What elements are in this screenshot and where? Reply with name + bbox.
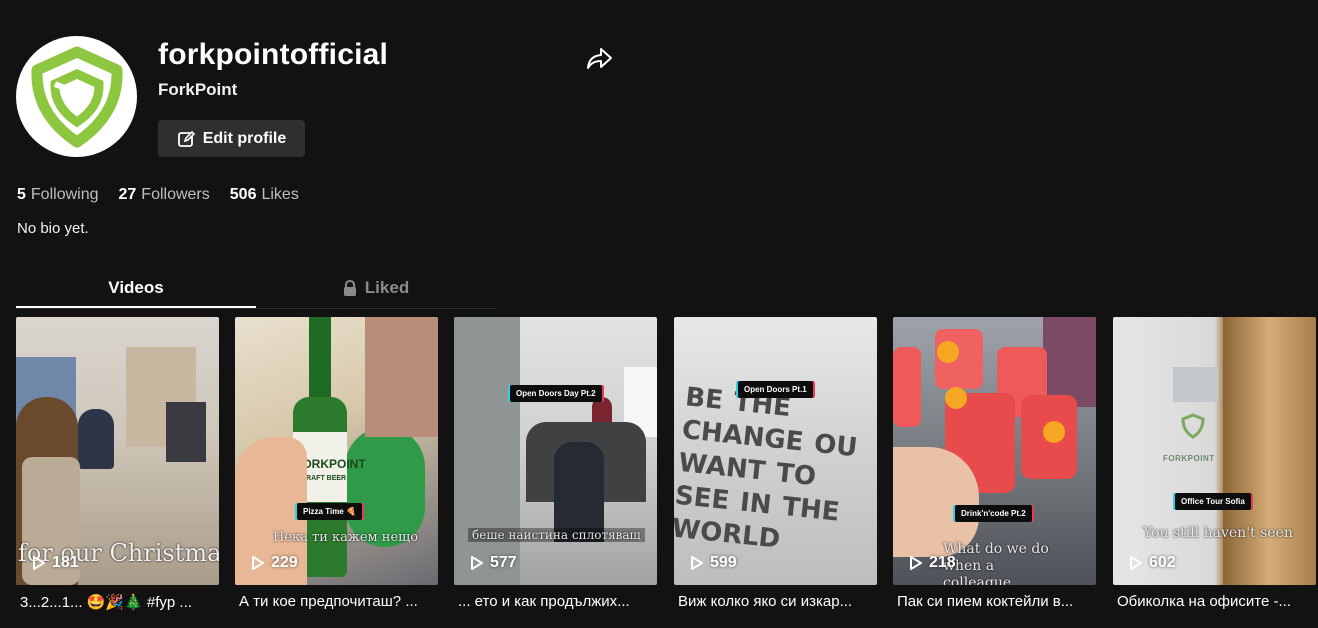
video-tag: Drink'n'code Pt.2 <box>955 505 1032 522</box>
video-overlay-text: BE THE CHANGE OU WANT TO SEE IN THE WORL… <box>674 382 859 555</box>
play-icon <box>252 556 264 570</box>
tab-videos-label: Videos <box>108 278 164 297</box>
following-count: 5 <box>17 186 26 203</box>
view-count: 181 <box>32 554 79 572</box>
video-overlay-text: You still haven't seen <box>1143 525 1293 541</box>
view-count-value: 599 <box>710 554 737 571</box>
video-tag: Open Doors Day Pt.2 <box>510 385 602 402</box>
video-caption[interactable]: 3...2...1... 🤩🎉🎄 #fyp ... <box>20 593 220 611</box>
likes-label: Likes <box>261 186 299 203</box>
share-icon[interactable] <box>585 46 613 72</box>
view-count-value: 181 <box>52 554 79 571</box>
view-count: 599 <box>690 554 737 572</box>
video-thumbnail[interactable]: Open Doors Day Pt.2 беше наистина сплотя… <box>454 317 657 585</box>
wall-logo-icon: FORKPOINT <box>1163 409 1223 469</box>
video-card[interactable]: for our Christmas 181 3...2...1... 🤩🎉🎄 #… <box>16 317 219 611</box>
tab-liked-label: Liked <box>364 278 410 297</box>
edit-icon <box>177 130 195 147</box>
play-icon <box>471 556 483 570</box>
edit-profile-button[interactable]: Edit profile <box>158 120 305 157</box>
video-card[interactable]: BE THE CHANGE OU WANT TO SEE IN THE WORL… <box>674 317 877 610</box>
video-tag: Open Doors Pt.1 <box>738 381 813 398</box>
video-tag: Pizza Time 🍕 <box>297 503 362 520</box>
video-caption[interactable]: Виж колко яко си изкар... <box>678 593 878 610</box>
following-label: Following <box>30 186 99 203</box>
display-name: ForkPoint <box>158 80 238 99</box>
view-count-value: 602 <box>1149 554 1176 571</box>
video-caption[interactable]: Обиколка на офисите -... <box>1117 593 1317 610</box>
play-icon <box>1130 556 1142 570</box>
view-count-value: 218 <box>929 554 956 571</box>
view-count-value: 229 <box>271 554 298 571</box>
username: forkpointofficial <box>158 38 389 71</box>
view-count-value: 577 <box>490 554 517 571</box>
likes-count: 506 <box>229 186 257 203</box>
view-count: 602 <box>1129 554 1176 572</box>
stat-following[interactable]: 5 Following <box>17 186 99 204</box>
bottle-label-sub: CRAFT BEER <box>301 475 347 482</box>
video-card[interactable]: FORKPOINT CRAFT BEER Pizza Time 🍕 Нека т… <box>235 317 438 610</box>
lock-icon <box>343 280 356 296</box>
video-caption[interactable]: А ти кое предпочиташ? ... <box>239 593 439 610</box>
video-card[interactable]: FORKPOINT Office Tour Sofia You still ha… <box>1113 317 1316 610</box>
video-overlay-text: беше наистина сплотяващ <box>468 528 645 542</box>
tab-liked[interactable]: Liked <box>256 270 496 306</box>
bio: No bio yet. <box>17 220 89 237</box>
forkpoint-logo-icon <box>30 46 123 147</box>
stat-likes: 506 Likes <box>230 186 299 204</box>
edit-profile-label: Edit profile <box>202 129 287 147</box>
video-tag: Office Tour Sofia <box>1175 493 1251 510</box>
video-overlay-text: What do we do when a colleague <box>943 541 1049 585</box>
video-card[interactable]: Open Doors Day Pt.2 беше наистина сплотя… <box>454 317 657 610</box>
profile-stats: 5 Following 27 Followers 506 Likes <box>17 186 299 204</box>
video-thumbnail[interactable]: Drink'n'code Pt.2 What do we do when a c… <box>893 317 1096 585</box>
video-thumbnail[interactable]: FORKPOINT CRAFT BEER Pizza Time 🍕 Нека т… <box>235 317 438 585</box>
view-count: 577 <box>470 554 517 572</box>
profile-tabs: Videos Liked <box>16 270 496 309</box>
view-count: 229 <box>251 554 298 572</box>
followers-count: 27 <box>118 186 137 203</box>
followers-label: Followers <box>141 186 210 203</box>
video-thumbnail[interactable]: BE THE CHANGE OU WANT TO SEE IN THE WORL… <box>674 317 877 585</box>
play-icon <box>910 556 922 570</box>
view-count: 218 <box>909 554 956 572</box>
play-icon <box>33 556 45 570</box>
video-card[interactable]: Drink'n'code Pt.2 What do we do when a c… <box>893 317 1096 610</box>
tab-videos[interactable]: Videos <box>16 270 256 308</box>
video-thumbnail[interactable]: for our Christmas 181 <box>16 317 219 585</box>
video-thumbnail[interactable]: FORKPOINT Office Tour Sofia You still ha… <box>1113 317 1316 585</box>
avatar[interactable] <box>16 36 137 157</box>
play-icon <box>691 556 703 570</box>
video-caption[interactable]: ... ето и как продължих... <box>458 593 658 610</box>
wall-logo-text: FORKPOINT <box>1163 454 1215 463</box>
video-caption[interactable]: Пак си пием коктейли в... <box>897 593 1097 610</box>
stat-followers[interactable]: 27 Followers <box>119 186 210 204</box>
video-overlay-text: Нека ти кажем нещо <box>273 530 419 545</box>
